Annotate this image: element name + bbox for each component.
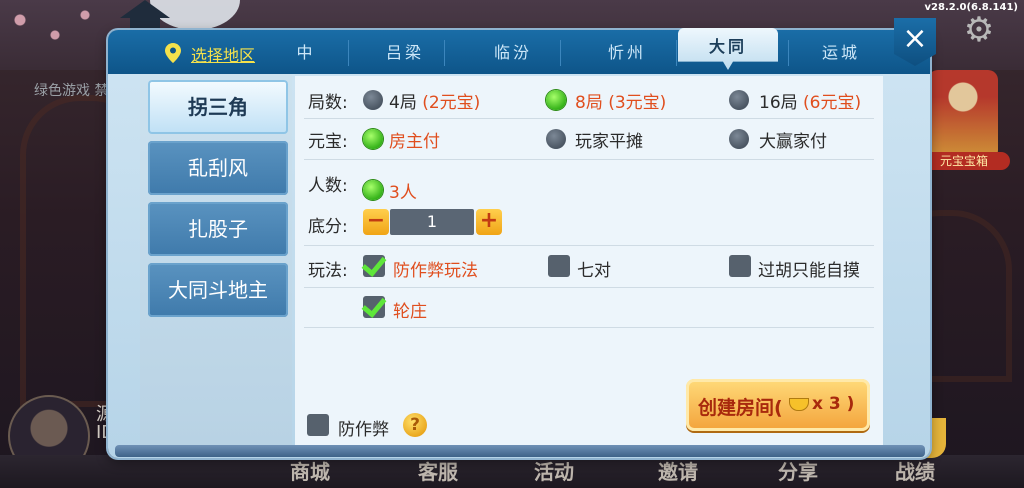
players-label: 人数: <box>308 176 348 196</box>
winner-pays-radio[interactable] <box>729 129 749 149</box>
location-pin-icon <box>165 43 181 63</box>
rounds-8-radio[interactable] <box>546 90 566 110</box>
rounds-16-radio[interactable] <box>729 90 749 110</box>
players-3-radio[interactable] <box>363 180 383 200</box>
base-score-value[interactable]: 1 <box>390 209 474 235</box>
owner-pays-option[interactable]: 房主付 <box>389 127 440 152</box>
rounds-16-text: 16局 <box>759 93 798 113</box>
anti-cheat-option[interactable]: 防作弊 <box>338 415 389 440</box>
seven-pairs-checkbox[interactable] <box>548 255 570 277</box>
anti-cheat-checkbox[interactable] <box>307 414 329 436</box>
rounds-16-price: (6元宝) <box>803 93 862 113</box>
rounds-8-option[interactable]: 8局 (3元宝) <box>575 88 666 113</box>
split-pay-radio[interactable] <box>546 129 566 149</box>
winner-pays-option[interactable]: 大赢家付 <box>759 127 827 152</box>
divider <box>304 245 874 246</box>
nav-records[interactable]: 战绩 <box>895 456 935 485</box>
dialog-bottom-edge <box>115 445 925 457</box>
nav-service[interactable]: 客服 <box>418 456 458 485</box>
tab-linfen[interactable]: 临汾 <box>478 36 548 70</box>
create-room-cost: x 3 ) <box>812 394 855 414</box>
select-region-link[interactable]: 选择地区 <box>191 42 255 66</box>
payment-label: 元宝: <box>308 132 348 152</box>
fortune-god-icon[interactable] <box>928 70 998 160</box>
sidebar-item-datong-doudizhu[interactable]: 大同斗地主 <box>148 263 288 317</box>
nav-activity[interactable]: 活动 <box>534 456 574 485</box>
rounds-label: 局数: <box>308 93 348 113</box>
rounds-8-text: 8局 <box>575 93 603 113</box>
blossom-decoration <box>0 0 110 70</box>
nav-share[interactable]: 分享 <box>778 456 818 485</box>
nav-invite[interactable]: 邀请 <box>658 456 698 485</box>
rounds-4-option[interactable]: 4局 (2元宝) <box>389 88 480 113</box>
sidebar-item-guaisanjiao[interactable]: 拐三角 <box>148 80 288 134</box>
create-room-button[interactable]: 创建房间( x 3 ) <box>686 379 870 431</box>
bottom-nav <box>0 455 1024 488</box>
tab-yuncheng[interactable]: 运城 <box>806 36 876 70</box>
sidebar-item-luanguafeng[interactable]: 乱刮风 <box>148 141 288 195</box>
rules-label: 玩法: <box>308 261 348 281</box>
self-draw-only-option[interactable]: 过胡只能自摸 <box>758 256 860 281</box>
divider <box>304 327 874 328</box>
tab-zhong[interactable]: 中 <box>286 36 326 70</box>
treasure-box-label: 元宝宝箱 <box>918 152 1010 170</box>
rounds-4-radio[interactable] <box>363 90 383 110</box>
seven-pairs-option[interactable]: 七对 <box>577 256 611 281</box>
help-icon[interactable]: ? <box>403 413 427 437</box>
gear-icon[interactable]: ⚙ <box>961 12 997 48</box>
create-room-label: 创建房间( <box>698 397 783 419</box>
increase-button[interactable]: + <box>476 209 502 235</box>
anti-cheat-mode-option[interactable]: 防作弊玩法 <box>393 256 478 281</box>
rotate-dealer-checkbox[interactable] <box>363 296 385 318</box>
split-pay-option[interactable]: 玩家平摊 <box>575 127 643 152</box>
anti-cheat-mode-checkbox[interactable] <box>363 255 385 277</box>
players-3-option[interactable]: 3人 <box>389 178 417 203</box>
ingot-icon <box>790 399 808 410</box>
sidebar-item-zhaguzi[interactable]: 扎股子 <box>148 202 288 256</box>
tab-lvliang[interactable]: 吕梁 <box>370 36 440 70</box>
rounds-8-price: (3元宝) <box>608 93 667 113</box>
nav-shop[interactable]: 商城 <box>290 456 330 485</box>
rounds-4-text: 4局 <box>389 93 417 113</box>
rotate-dealer-option[interactable]: 轮庄 <box>393 297 427 322</box>
divider <box>304 159 874 160</box>
decrease-button[interactable]: − <box>363 209 389 235</box>
owner-pays-radio[interactable] <box>363 129 383 149</box>
rounds-16-option[interactable]: 16局 (6元宝) <box>759 88 861 113</box>
base-score-label: 底分: <box>308 217 348 237</box>
tab-xinzhou[interactable]: 忻州 <box>592 36 662 70</box>
divider <box>304 118 874 119</box>
rounds-4-price: (2元宝) <box>422 93 481 113</box>
divider <box>304 287 874 288</box>
self-draw-only-checkbox[interactable] <box>729 255 751 277</box>
